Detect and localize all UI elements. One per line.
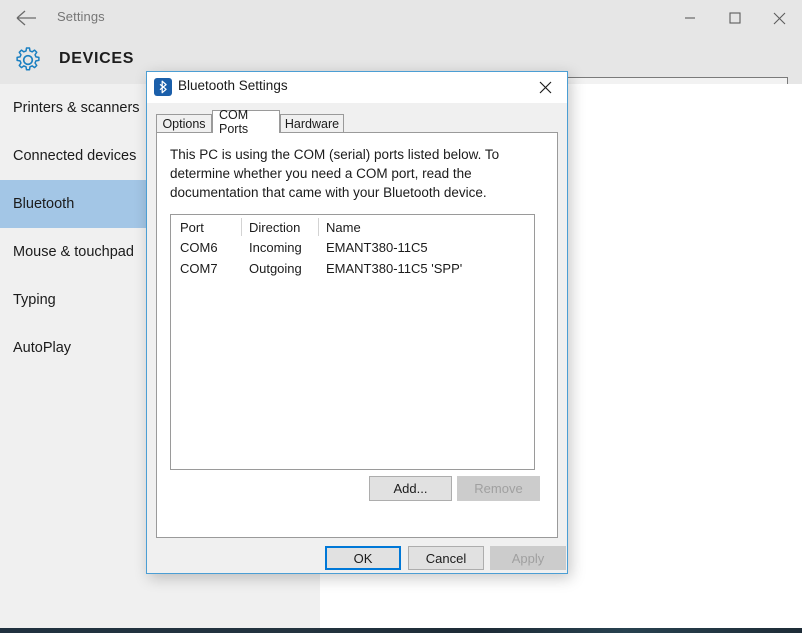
cancel-button[interactable]: Cancel [408,546,484,570]
listview-header: Port Direction Name [171,215,534,239]
bluetooth-settings-dialog: Bluetooth Settings Options COM Ports Har… [146,71,568,574]
dialog-title: Bluetooth Settings [178,78,288,93]
cell-direction: Incoming [249,240,302,255]
ok-button[interactable]: OK [325,546,401,570]
settings-window: Settings DEVICES Find a setting Printers… [0,0,802,633]
apply-button-label: Apply [511,550,545,566]
close-icon[interactable] [523,72,567,103]
tab-options[interactable]: Options [156,114,212,132]
sidebar-item-label: AutoPlay [13,340,72,356]
remove-button: Remove [457,476,540,501]
dialog-titlebar: Bluetooth Settings [147,72,567,103]
tab-hardware[interactable]: Hardware [280,114,344,132]
close-icon[interactable] [757,0,802,36]
gear-icon [13,45,43,75]
com-ports-panel: This PC is using the COM (serial) ports … [156,132,558,538]
tab-com-ports[interactable]: COM Ports [212,108,280,136]
cell-name: EMANT380-11C5 'SPP' [326,261,463,276]
cell-name: EMANT380-11C5 [326,240,428,255]
column-header-port[interactable]: Port [180,220,204,235]
cell-port: COM7 [180,261,218,276]
taskbar[interactable] [0,628,802,633]
cell-direction: Outgoing [249,261,302,276]
dialog-tabstrip: Options COM Ports Hardware [156,108,558,136]
bluetooth-icon [154,78,172,96]
window-title: Settings [57,9,105,24]
page-title: DEVICES [59,50,135,67]
maximize-icon[interactable] [712,0,757,36]
column-separator[interactable] [241,218,242,236]
apply-button: Apply [490,546,566,570]
sidebar-item-label: Mouse & touchpad [13,244,134,260]
tab-label: Options [162,116,206,131]
add-button[interactable]: Add... [369,476,452,501]
tab-label: COM Ports [219,108,249,136]
cell-port: COM6 [180,240,218,255]
com-ports-listview[interactable]: Port Direction Name COM6 Incoming EMANT3… [170,214,535,470]
window-titlebar: Settings [0,0,802,36]
column-header-name[interactable]: Name [326,220,361,235]
add-button-label: Add... [393,481,428,496]
column-header-direction[interactable]: Direction [249,220,300,235]
sidebar-item-label: Bluetooth [13,196,75,212]
column-separator[interactable] [318,218,319,236]
table-row[interactable]: COM6 Incoming EMANT380-11C5 [171,239,534,260]
window-controls [667,0,802,36]
sidebar-item-label: Connected devices [13,148,137,164]
cancel-button-label: Cancel [425,550,467,566]
panel-description: This PC is using the COM (serial) ports … [170,147,500,200]
back-arrow-icon[interactable] [14,7,38,29]
sidebar-item-label: Typing [13,292,56,308]
table-row[interactable]: COM7 Outgoing EMANT380-11C5 'SPP' [171,260,534,281]
ok-button-label: OK [353,550,373,566]
remove-button-label: Remove [474,481,523,496]
minimize-icon[interactable] [667,0,712,36]
sidebar-item-label: Printers & scanners [13,100,140,116]
tab-label: Hardware [284,116,340,131]
